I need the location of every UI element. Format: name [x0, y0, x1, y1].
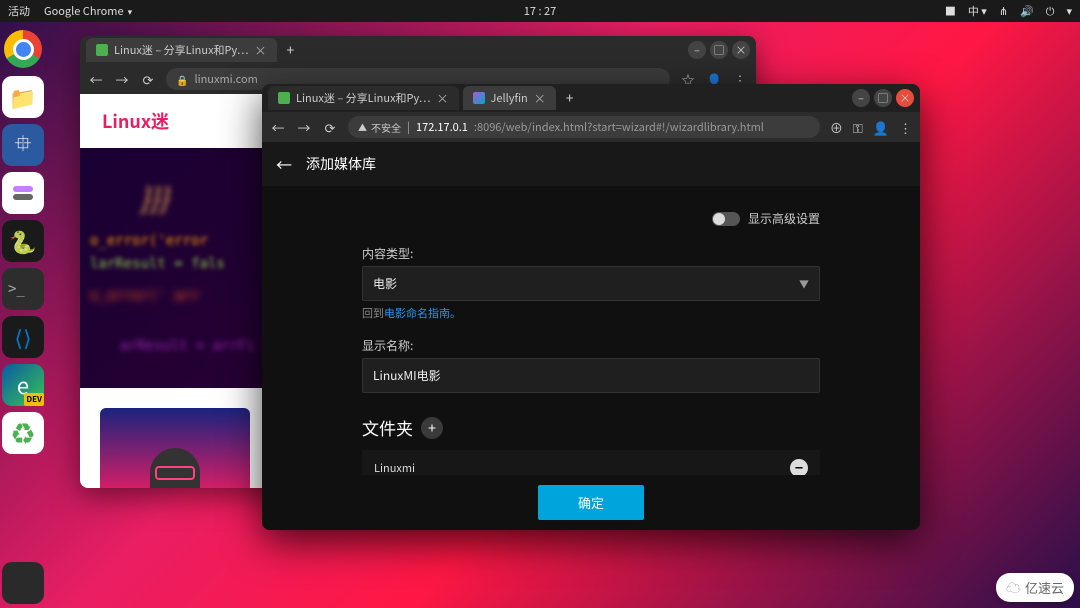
reload-icon[interactable]: ⟳: [140, 70, 156, 89]
favicon-icon: [96, 44, 108, 56]
translate-icon[interactable]: ⊕: [830, 118, 843, 137]
folder-row: Linuxmi −: [362, 450, 820, 475]
profile-icon[interactable]: 👤: [873, 118, 889, 137]
display-name-label: 显示名称:: [362, 337, 820, 354]
new-tab-button[interactable]: +: [560, 88, 580, 108]
form-area: 显示高级设置 内容类型: 电影 ▼ 回到电影命名指南。 显示名称: LinuxM…: [262, 186, 920, 475]
volume-icon[interactable]: 🔊: [1020, 3, 1034, 19]
watermark-text: 亿速云: [1025, 578, 1064, 597]
clock[interactable]: 17 : 27: [524, 3, 556, 19]
tab-title: Jellyfin: [491, 90, 528, 106]
page-header: ← 添加媒体库: [262, 142, 920, 186]
close-window-button[interactable]: ×: [732, 41, 750, 59]
dock-python[interactable]: 🐍: [2, 220, 44, 262]
add-folder-button[interactable]: +: [421, 417, 443, 439]
close-window-button[interactable]: ×: [896, 89, 914, 107]
display-name-input[interactable]: LinuxMI电影: [362, 358, 820, 393]
lock-icon: 🔒: [176, 72, 188, 87]
chrome-window-2: Linux迷 – 分享Linux和Py… × Jellyfin × + – □ …: [262, 84, 920, 530]
back-arrow-icon[interactable]: ←: [276, 152, 292, 176]
dock-vscode[interactable]: ⟨⟩: [2, 316, 44, 358]
system-menu-icon[interactable]: ▾: [1066, 3, 1072, 19]
menu-icon[interactable]: ⋮: [899, 118, 912, 137]
hint-suffix: 。: [450, 305, 461, 321]
dock-tweaks[interactable]: [2, 172, 44, 214]
maximize-button[interactable]: □: [874, 89, 892, 107]
tab-linuxmi[interactable]: Linux迷 – 分享Linux和Py… ×: [86, 38, 277, 62]
forward-icon[interactable]: →: [114, 70, 130, 89]
minimize-button[interactable]: –: [852, 89, 870, 107]
maximize-button[interactable]: □: [710, 41, 728, 59]
dock-trash[interactable]: ♻: [2, 412, 44, 454]
article-card[interactable]: [100, 408, 250, 488]
dock-screenshot[interactable]: ⯐: [2, 124, 44, 166]
not-secure-icon[interactable]: 不安全: [358, 120, 401, 135]
reload-icon[interactable]: ⟳: [322, 118, 338, 137]
address-bar[interactable]: 不安全 | 172.17.0.1:8096/web/index.html?sta…: [348, 116, 820, 138]
remove-folder-button[interactable]: −: [790, 459, 808, 475]
url-path: :8096/web/index.html?start=wizard#!/wiza…: [474, 119, 764, 135]
content-type-label: 内容类型:: [362, 245, 820, 262]
url-host: 172.17.0.1: [416, 119, 468, 135]
dock-files[interactable]: 📁: [2, 76, 44, 118]
dock-terminal[interactable]: >_: [2, 268, 44, 310]
tab-title: Linux迷 – 分享Linux和Py…: [114, 42, 248, 58]
back-icon[interactable]: ←: [270, 118, 286, 137]
url-text: linuxmi.com: [194, 71, 257, 87]
favicon-icon: [473, 92, 485, 104]
page-title: 添加媒体库: [306, 154, 376, 174]
new-tab-button[interactable]: +: [281, 40, 301, 60]
tray-icon[interactable]: ■: [945, 3, 956, 19]
favicon-icon: [278, 92, 290, 104]
watermark: ☁ 亿速云: [996, 573, 1074, 602]
input-method-icon[interactable]: 中 ▾: [968, 3, 987, 19]
select-value: 电影: [373, 275, 397, 292]
dock: 📁 ⯐ 🐍 >_ ⟨⟩ eDEV ♻: [2, 26, 48, 604]
cloud-icon: ☁: [1006, 577, 1021, 598]
advanced-label: 显示高级设置: [748, 210, 820, 227]
dock-chrome[interactable]: [4, 30, 42, 68]
folders-heading: 文件夹: [362, 415, 413, 440]
network-icon[interactable]: ⋔: [999, 3, 1008, 19]
forward-icon[interactable]: →: [296, 118, 312, 137]
key-icon[interactable]: ⚿: [853, 118, 863, 137]
power-icon[interactable]: ⏻: [1046, 3, 1055, 19]
close-tab-icon[interactable]: ×: [254, 42, 266, 59]
tab-title: Linux迷 – 分享Linux和Py…: [296, 90, 430, 106]
ok-button[interactable]: 确定: [538, 485, 644, 520]
tab-linuxmi-bg[interactable]: Linux迷 – 分享Linux和Py… ×: [268, 86, 459, 110]
back-icon[interactable]: ←: [88, 70, 104, 89]
app-menu[interactable]: Google Chrome: [44, 3, 132, 19]
chevron-down-icon: ▼: [799, 276, 809, 291]
naming-guide-link[interactable]: 电影命名指南: [384, 305, 450, 321]
close-tab-icon[interactable]: ×: [534, 90, 546, 107]
dock-show-apps[interactable]: [2, 562, 44, 604]
top-panel: 活动 Google Chrome 17 : 27 ■ 中 ▾ ⋔ 🔊 ⏻ ▾: [0, 0, 1080, 22]
minimize-button[interactable]: –: [688, 41, 706, 59]
folder-path: Linuxmi: [374, 460, 415, 475]
hint-prefix: 回到: [362, 305, 384, 321]
activities-button[interactable]: 活动: [8, 3, 30, 19]
tab-jellyfin-active[interactable]: Jellyfin ×: [463, 86, 556, 110]
advanced-toggle[interactable]: [712, 212, 740, 226]
content-type-select[interactable]: 电影 ▼: [362, 266, 820, 301]
dock-edge-dev[interactable]: eDEV: [2, 364, 44, 406]
close-tab-icon[interactable]: ×: [436, 90, 448, 107]
